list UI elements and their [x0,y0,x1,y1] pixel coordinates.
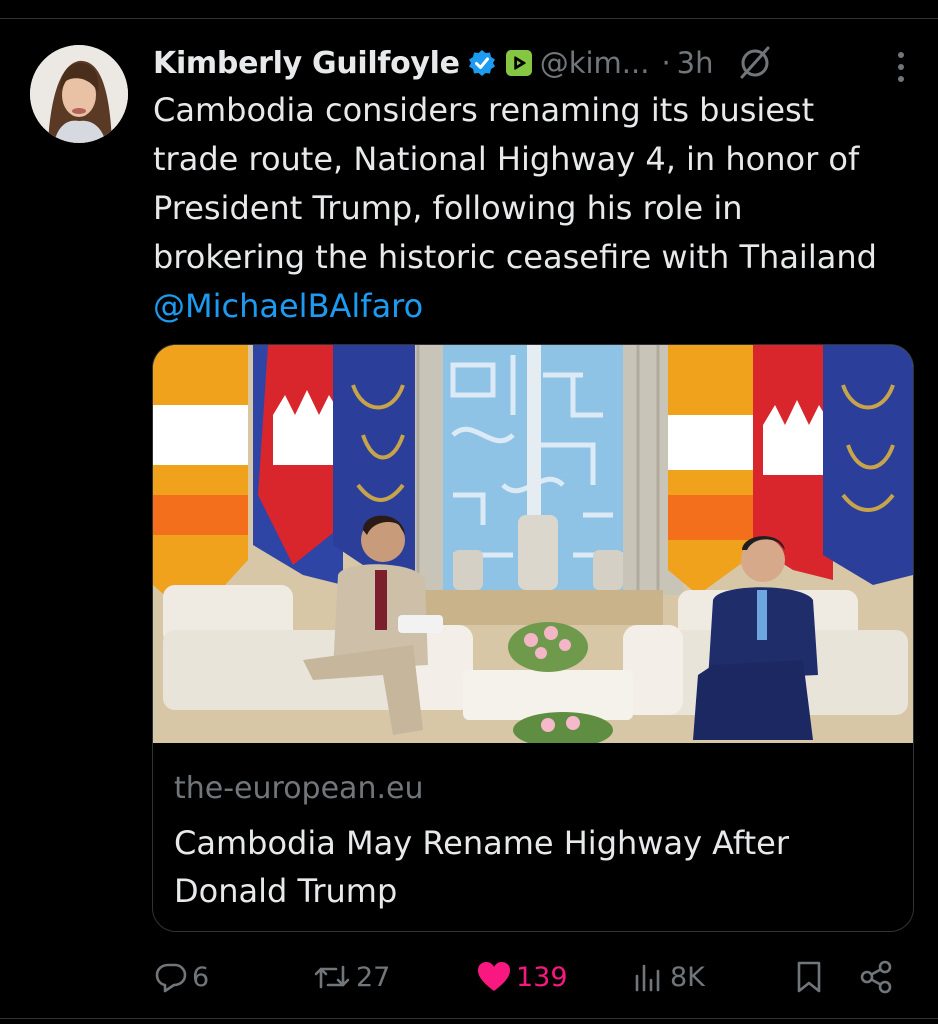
share-button[interactable] [858,950,894,1004]
like-button[interactable]: 139 [476,950,568,1004]
reply-button[interactable]: 6 [154,950,209,1004]
more-icon[interactable] [894,50,908,84]
action-bar: 6 27 139 8K [0,950,938,1004]
bottom-divider [0,1018,938,1019]
views-icon [635,964,660,992]
tweet-text: Cambodia considers renaming its busiest … [153,86,923,331]
bookmark-button[interactable] [794,950,824,1004]
reply-count: 6 [192,961,210,993]
reply-icon [155,963,187,993]
rumble-badge-icon [505,50,532,76]
views-count: 8K [670,961,705,993]
repost-button[interactable]: 27 [312,950,390,1004]
views-button[interactable]: 8K [632,950,705,1004]
author-handle[interactable]: @kim... [540,46,650,80]
separator-dot: · [661,46,671,80]
avatar[interactable] [30,45,128,143]
tweet-header: Kimberly Guilfoyle @kim... · 3h [153,40,774,86]
card-title: Cambodia May Rename Highway After Donald… [174,824,790,910]
mention-link[interactable]: @MichaelBAlfaro [153,282,923,331]
card-domain: the-european.eu [174,771,424,806]
heart-icon [478,962,510,991]
bookmark-icon [797,961,821,993]
verified-badge-icon [468,50,495,76]
post-time[interactable]: 3h [677,46,714,80]
repost-icon [314,965,350,989]
like-count: 139 [516,961,568,993]
top-divider [0,18,938,19]
grok-icon[interactable] [736,44,774,82]
tweet-body: Cambodia considers renaming its busiest … [153,91,877,276]
share-icon [860,960,892,994]
card-image [153,345,913,743]
link-card[interactable]: the-european.eu Cambodia May Rename High… [152,344,914,932]
repost-count: 27 [356,961,391,993]
avatar-image [30,45,128,143]
author-name[interactable]: Kimberly Guilfoyle [153,46,460,81]
